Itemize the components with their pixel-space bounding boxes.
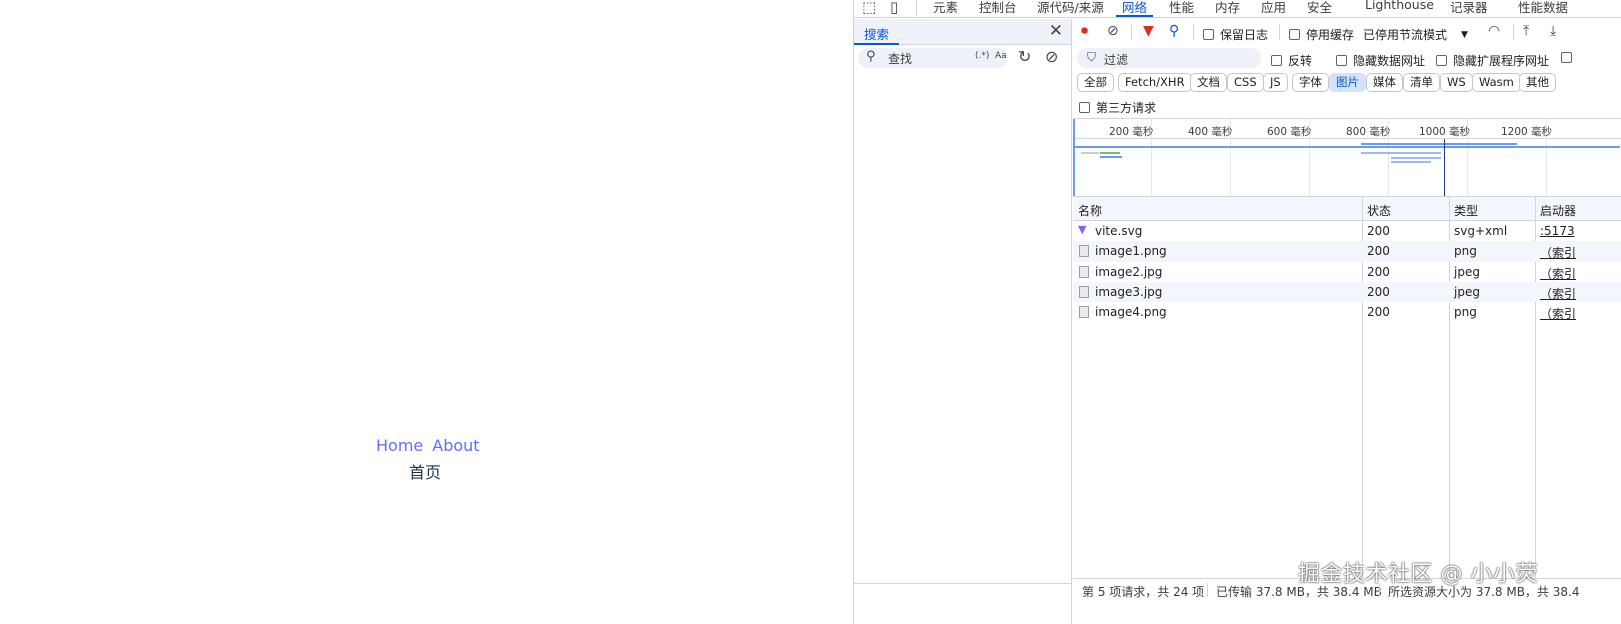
chip-manifest[interactable]: 清单 xyxy=(1403,73,1440,92)
devtools-panel: ⬚ ▯ 元素 控制台 源代码/来源 网络 性能 内存 应用 安全 Lightho… xyxy=(853,0,1621,624)
nav-link-home[interactable]: Home xyxy=(376,436,423,455)
vite-logo-icon: ▼ xyxy=(1078,223,1087,236)
disable-cache-checkbox[interactable]: 停用缓存 xyxy=(1289,26,1354,43)
screen: Home About 首页 ⬚ ▯ 元素 控制台 源代码/来源 网络 性能 内存 … xyxy=(0,0,1621,624)
filter-toolbar: ⛉ 过滤 反转 隐藏数据网址 隐藏扩展程序网址 xyxy=(1073,45,1621,71)
network-overview-timeline[interactable]: 200 毫秒 400 毫秒 600 毫秒 800 毫秒 1000 毫秒 1200… xyxy=(1073,118,1621,197)
chip-fetch-xhr[interactable]: Fetch/XHR xyxy=(1118,73,1192,92)
nav-link-about[interactable]: About xyxy=(432,436,479,455)
tick-label: 600 毫秒 xyxy=(1267,126,1312,138)
chip-ws[interactable]: WS xyxy=(1440,73,1473,92)
search-input[interactable]: ⚲ 查找 (.*) Aa xyxy=(858,48,1008,68)
table-row[interactable]: image1.png 200 png （索引 xyxy=(1073,241,1621,262)
image-file-icon xyxy=(1079,265,1089,278)
filter-placeholder: 过滤 xyxy=(1104,53,1129,67)
dom-content-loaded-marker xyxy=(1444,139,1445,196)
tick-label: 400 毫秒 xyxy=(1188,126,1233,138)
tick-label: 200 毫秒 xyxy=(1109,126,1154,138)
table-row[interactable]: image4.png 200 png （索引 xyxy=(1073,302,1621,322)
request-table: 名称 状态 类型 启动器 ▼ vite.svg 200 svg+xml :517… xyxy=(1073,197,1621,578)
tab-sources[interactable]: 源代码/来源 xyxy=(1037,0,1104,16)
clear-icon[interactable]: ⊘ xyxy=(1045,47,1058,66)
refresh-icon[interactable]: ↻ xyxy=(1018,47,1031,66)
table-row[interactable]: image3.jpg 200 jpeg （索引 xyxy=(1073,281,1621,303)
hide-data-urls-checkbox[interactable]: 隐藏数据网址 xyxy=(1336,52,1425,69)
app-page: Home About 首页 xyxy=(0,0,853,624)
chip-media[interactable]: 媒体 xyxy=(1366,73,1403,92)
chip-css[interactable]: CSS xyxy=(1227,73,1264,92)
search-pane: 搜索 ✕ ⚲ 查找 (.*) Aa ↻ ⊘ xyxy=(854,19,1072,624)
tab-elements[interactable]: 元素 xyxy=(933,0,958,16)
inspect-element-icon[interactable]: ⬚ xyxy=(862,0,876,16)
tab-memory[interactable]: 内存 xyxy=(1215,0,1240,16)
devtools-tabbar: ⬚ ▯ 元素 控制台 源代码/来源 网络 性能 内存 应用 安全 Lightho… xyxy=(854,0,1621,18)
chip-doc[interactable]: 文档 xyxy=(1190,73,1227,92)
device-toolbar-icon[interactable]: ▯ xyxy=(890,0,898,16)
filter-icon[interactable]: ▼ xyxy=(1143,23,1154,39)
image-file-icon xyxy=(1079,245,1089,258)
table-row[interactable]: image2.jpg 200 jpeg （索引 xyxy=(1073,262,1621,282)
watermark: 掘金技术社区 @ 小小荧 xyxy=(1298,562,1538,587)
col-name[interactable]: 名称 xyxy=(1078,202,1102,219)
close-icon[interactable]: ✕ xyxy=(1049,21,1063,41)
col-type[interactable]: 类型 xyxy=(1454,202,1478,219)
chip-font[interactable]: 字体 xyxy=(1292,73,1329,92)
col-status[interactable]: 状态 xyxy=(1367,202,1391,219)
request-count: 第 5 项请求，共 24 项 xyxy=(1082,585,1205,599)
tab-performance[interactable]: 性能 xyxy=(1169,0,1194,16)
tab-recorder[interactable]: 记录器 xyxy=(1450,0,1488,16)
export-har-icon[interactable]: ⤓ xyxy=(1550,23,1556,39)
throttling-select[interactable]: 已停用节流模式 ▼ xyxy=(1363,26,1468,43)
image-file-icon xyxy=(1079,306,1089,319)
tab-security[interactable]: 安全 xyxy=(1307,0,1332,16)
search-icon: ⚲ xyxy=(866,49,876,64)
chip-wasm[interactable]: Wasm xyxy=(1472,73,1521,92)
network-conditions-icon[interactable]: ◠ xyxy=(1488,23,1500,39)
preserve-log-checkbox[interactable]: 保留日志 xyxy=(1203,26,1268,43)
tick-label: 1000 毫秒 xyxy=(1419,126,1471,138)
clear-log-icon[interactable]: ⊘ xyxy=(1107,23,1119,39)
record-stop-icon[interactable]: ⏺ xyxy=(1081,23,1088,39)
tab-application[interactable]: 应用 xyxy=(1261,0,1286,16)
chip-other[interactable]: 其他 xyxy=(1519,73,1556,92)
third-party-checkbox[interactable]: 第三方请求 xyxy=(1079,99,1156,116)
tab-lighthouse[interactable]: Lighthouse xyxy=(1365,0,1434,12)
image-file-icon xyxy=(1079,285,1089,298)
match-case-toggle[interactable]: Aa xyxy=(995,51,1007,61)
resource-type-filters: 全部 Fetch/XHR 文档 CSS JS 字体 图片 媒体 清单 WS Wa… xyxy=(1073,71,1621,95)
chip-all[interactable]: 全部 xyxy=(1077,73,1114,92)
tab-performance-insights[interactable]: 性能数据 xyxy=(1518,0,1568,16)
chip-js[interactable]: JS xyxy=(1263,73,1288,92)
page-heading: 首页 xyxy=(409,463,442,482)
tick-label: 800 毫秒 xyxy=(1346,126,1391,138)
tab-console[interactable]: 控制台 xyxy=(979,0,1017,16)
filter-input[interactable]: ⛉ 过滤 xyxy=(1077,48,1261,68)
app-nav: Home About xyxy=(376,436,489,455)
hide-extension-urls-checkbox[interactable]: 隐藏扩展程序网址 xyxy=(1436,52,1549,69)
network-panel: ⏺ ⊘ ▼ ⚲ 保留日志 停用缓存 已停用节流模式 ▼ ◠ ⤒ ⤓ ⛉ 过滤 反… xyxy=(1073,19,1621,624)
regex-toggle[interactable]: (.*) xyxy=(975,51,989,61)
import-har-icon[interactable]: ⤒ xyxy=(1523,23,1529,39)
search-icon[interactable]: ⚲ xyxy=(1169,23,1179,39)
chip-img[interactable]: 图片 xyxy=(1329,73,1366,92)
network-toolbar: ⏺ ⊘ ▼ ⚲ 保留日志 停用缓存 已停用节流模式 ▼ ◠ ⤒ ⤓ xyxy=(1073,19,1621,45)
tick-label: 1200 毫秒 xyxy=(1501,126,1553,138)
col-initiator[interactable]: 启动器 xyxy=(1540,202,1576,219)
table-row[interactable]: ▼ vite.svg 200 svg+xml :5173 xyxy=(1073,221,1621,241)
invert-checkbox[interactable]: 反转 xyxy=(1271,52,1312,69)
search-placeholder: 查找 xyxy=(888,52,913,66)
search-tab[interactable]: 搜索 xyxy=(854,19,900,45)
tab-network[interactable]: 网络 xyxy=(1115,0,1154,17)
funnel-icon: ⛉ xyxy=(1087,50,1097,64)
